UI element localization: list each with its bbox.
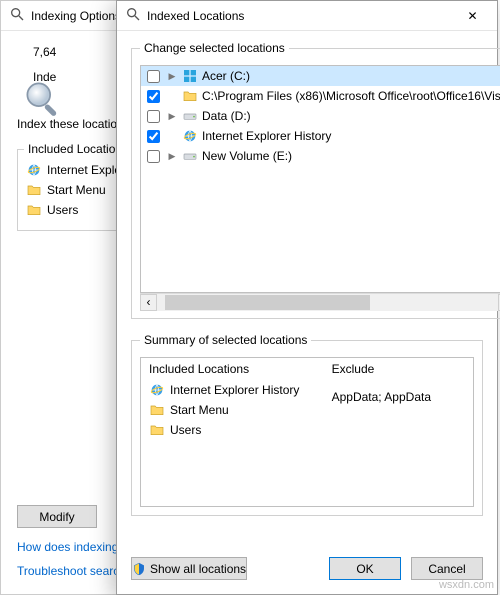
summary-item: Internet Explorer History [149, 380, 316, 400]
expand-icon[interactable]: ▶ [166, 111, 178, 122]
show-all-locations-button[interactable]: Show all locations [131, 557, 247, 580]
modify-button[interactable]: Modify [17, 505, 97, 528]
summary-item-label: Start Menu [170, 403, 229, 417]
shield-icon [132, 562, 146, 576]
summary-item: Start Menu [149, 400, 316, 420]
back-title: Indexing Options [31, 9, 121, 23]
modal-title: Indexed Locations [147, 9, 244, 23]
summary-item-label: Internet Explorer History [170, 383, 299, 397]
summary-exclude-item: AppData; AppData [332, 388, 465, 406]
tree-row[interactable]: C:\Program Files (x86)\Microsoft Office\… [141, 86, 500, 106]
watermark: wsxdn.com [439, 579, 494, 591]
tree-checkbox[interactable] [147, 70, 160, 83]
tree-checkbox[interactable] [147, 90, 160, 103]
summary-item: Users [149, 420, 316, 440]
tree-horizontal-scrollbar[interactable]: ‹ › [140, 293, 500, 310]
scroll-thumb[interactable] [165, 295, 370, 310]
list-item-label: Start Menu [47, 183, 106, 197]
troubleshoot-link[interactable]: Troubleshoot search [17, 564, 128, 578]
tree-checkbox[interactable] [147, 150, 160, 163]
ok-button[interactable]: OK [329, 557, 401, 580]
tree-row[interactable]: ▶ New Volume (E:) [141, 146, 500, 166]
tree-row[interactable]: Internet Explorer History [141, 126, 500, 146]
tree-checkbox[interactable] [147, 110, 160, 123]
change-locations-group: Change selected locations ▶ Acer (C:) C:\P… [131, 41, 500, 319]
expand-icon[interactable]: ▶ [166, 71, 178, 82]
search-icon [125, 6, 141, 25]
summary-group: Summary of selected locations Included L… [131, 333, 483, 516]
summary-exclude-label: AppData; AppData [332, 390, 431, 404]
expand-icon[interactable]: ▶ [166, 151, 178, 162]
tree-checkbox[interactable] [147, 130, 160, 143]
magnifier-illustration [23, 79, 65, 124]
locations-tree[interactable]: ▶ Acer (C:) C:\Program Files (x86)\Microso… [140, 65, 500, 293]
list-item-label: Users [47, 203, 78, 217]
scroll-left-arrow-icon[interactable]: ‹ [140, 294, 157, 311]
summary-exclude-header: Exclude [332, 362, 465, 380]
change-locations-legend: Change selected locations [140, 41, 289, 55]
how-indexing-link[interactable]: How does indexing a [17, 540, 128, 554]
show-all-label: Show all locations [150, 562, 246, 576]
summary-legend: Summary of selected locations [140, 333, 311, 347]
tree-row-label: Internet Explorer History [202, 129, 331, 143]
index-count: 7,64 [33, 43, 56, 62]
tree-row-label: New Volume (E:) [202, 149, 292, 163]
indexed-locations-dialog: Indexed Locations ✕ Change selected loca… [116, 0, 498, 595]
tree-row[interactable]: ▶ Data (D:) [141, 106, 500, 126]
summary-item-label: Users [170, 423, 201, 437]
cancel-button[interactable]: Cancel [411, 557, 483, 580]
close-button[interactable]: ✕ [450, 1, 495, 30]
tree-row-label: Acer (C:) [202, 69, 250, 83]
search-icon [9, 6, 25, 25]
tree-row[interactable]: ▶ Acer (C:) [141, 66, 500, 86]
tree-row-label: C:\Program Files (x86)\Microsoft Office\… [202, 89, 500, 103]
tree-row-label: Data (D:) [202, 109, 251, 123]
modal-titlebar: Indexed Locations ✕ [117, 1, 497, 31]
summary-included-header: Included Locations [149, 362, 316, 380]
